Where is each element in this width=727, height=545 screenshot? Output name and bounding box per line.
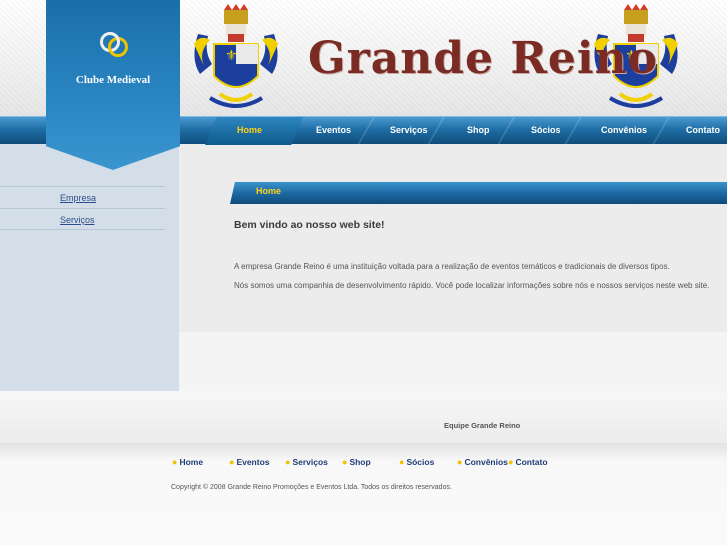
nav-item-eventos[interactable]: Eventos [316,125,351,135]
content-section-bar: Home [230,182,727,204]
footer-link-label: Shop [349,457,371,467]
two-rings-icon [100,32,128,57]
sidebar-item-servicos[interactable]: Serviços [0,208,165,230]
bullet-icon: ● [285,457,291,467]
section-title: Home [256,186,282,196]
svg-text:⚜: ⚜ [225,48,238,64]
bullet-icon: ● [457,457,463,467]
footer-link-contato[interactable]: ● Contato [508,457,548,467]
sidebar: Empresa Serviços [0,144,179,391]
bullet-icon: ● [342,457,348,467]
footer-link-label: Sócios [406,457,435,467]
nav-divider [356,117,376,145]
footer-link-label: Home [179,457,204,467]
nav-divider [651,117,671,145]
sidebar-menu: Empresa Serviços [0,186,165,230]
nav-divider [426,117,446,145]
bullet-icon: ● [172,457,178,467]
bullet-icon: ● [508,457,514,467]
nav-item-home[interactable]: Home [237,125,262,135]
footer-link-servicos[interactable]: ● Serviços [285,457,328,467]
intro-paragraph: Nós somos uma companhia de desenvolvimen… [234,281,710,290]
footer-link-convenios[interactable]: ● Convênios [457,457,508,467]
nav-divider [563,117,583,145]
nav-divider [496,117,516,145]
coat-of-arms-icon: ⚜ [194,4,278,108]
bullet-icon: ● [399,457,405,467]
footer-link-eventos[interactable]: ● Eventos [229,457,270,467]
nav-item-convenios[interactable]: Convênios [601,125,647,135]
sidebar-item-empresa[interactable]: Empresa [0,186,165,208]
sidebar-item-label[interactable]: Empresa [60,193,96,203]
footer-link-label: Serviços [292,457,328,467]
footer-link-shop[interactable]: ● Shop [342,457,371,467]
sidebar-item-label[interactable]: Serviços [60,215,95,225]
bullet-icon: ● [229,457,235,467]
intro-paragraph: A empresa Grande Reino é uma instituição… [234,262,670,271]
footer-link-label: Eventos [236,457,270,467]
footer-link-label: Convênios [464,457,508,467]
footer-link-socios[interactable]: ● Sócios [399,457,434,467]
nav-item-servicos[interactable]: Serviços [390,125,428,135]
main-content [179,144,727,332]
signature-band [0,391,727,443]
copyright-text: Copyright © 2008 Grande Reino Promoções … [171,484,452,491]
signature-text: Equipe Grande Reino [444,421,521,430]
nav-item-contato[interactable]: Contato [686,125,720,135]
footer-link-home[interactable]: ● Home [172,457,203,467]
nav-item-shop[interactable]: Shop [467,125,490,135]
footer-link-label: Contato [515,457,548,467]
logo-text: Clube Medieval [75,74,151,86]
logo-panel[interactable]: Clube Medieval [46,0,180,170]
welcome-heading: Bem vindo ao nosso web site! [234,219,385,231]
nav-item-socios[interactable]: Sócios [531,125,561,135]
site-title: Grande Reino [308,33,658,84]
